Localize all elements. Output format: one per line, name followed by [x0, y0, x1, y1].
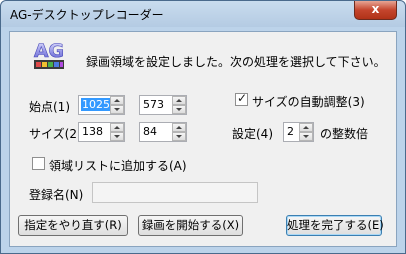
size-height-down-button[interactable] [172, 132, 186, 141]
size-width-stepper[interactable]: 138 [78, 122, 125, 142]
register-name-input[interactable] [92, 182, 258, 203]
dialog-body: AG 録画領域を設定しました。次の処理を選択して下さい。 始点(1) 1025 … [9, 31, 397, 247]
arrow-down-icon [303, 135, 309, 138]
check-icon: ✓ [237, 91, 248, 105]
setting-up-button[interactable] [299, 123, 313, 132]
auto-adjust-checkbox[interactable]: ✓ [235, 91, 248, 106]
auto-adjust-label: サイズの自動調整(3) [252, 95, 365, 109]
ag-app-icon: AG [34, 40, 64, 69]
size-width-value[interactable]: 138 [82, 125, 103, 138]
setting-label: 設定(4) [232, 127, 273, 141]
status-message: 録画領域を設定しました。次の処理を選択して下さい。 [86, 55, 386, 69]
redo-button[interactable]: 指定をやり直す(R) [18, 215, 128, 236]
setting-value[interactable]: 2 [287, 125, 294, 138]
size-height-value[interactable]: 84 [143, 125, 157, 138]
setting-suffix: の整数倍 [320, 127, 369, 141]
start-x-down-button[interactable] [110, 105, 124, 114]
dialog-window: AG-デスクトップレコーダー x AG 録画領域を設定しました。次の処理を選択し… [0, 0, 406, 254]
size-width-down-button[interactable] [110, 132, 124, 141]
close-icon: x [371, 2, 380, 16]
arrow-down-icon [176, 108, 182, 111]
start-x-up-button[interactable] [110, 96, 124, 105]
arrow-down-icon [114, 135, 120, 138]
arrow-up-icon [176, 126, 182, 129]
start-y-value[interactable]: 573 [143, 98, 164, 111]
finish-button[interactable]: 処理を完了する(E) [286, 215, 384, 236]
setting-stepper[interactable]: 2 [283, 122, 314, 142]
start-y-up-button[interactable] [172, 96, 186, 105]
arrow-down-icon [114, 108, 120, 111]
start-y-stepper[interactable]: 573 [139, 95, 187, 115]
size-label: サイズ(2) [29, 127, 82, 141]
register-name-label: 登録名(N) [29, 188, 84, 202]
arrow-down-icon [176, 135, 182, 138]
size-height-up-button[interactable] [172, 123, 186, 132]
ag-icon-text: AG [34, 40, 64, 62]
close-button[interactable]: x [354, 1, 397, 20]
window-title: AG-デスクトップレコーダー [10, 8, 164, 22]
start-x-stepper[interactable]: 1025 [78, 95, 125, 115]
setting-down-button[interactable] [299, 132, 313, 141]
arrow-up-icon [303, 126, 309, 129]
size-height-stepper[interactable]: 84 [139, 122, 187, 142]
title-bar[interactable]: AG-デスクトップレコーダー x [1, 1, 405, 27]
add-to-list-checkbox[interactable] [32, 157, 45, 170]
start-point-label: 始点(1) [29, 100, 70, 114]
start-x-value[interactable]: 1025 [81, 98, 111, 111]
add-to-list-label: 領域リストに追加する(A) [49, 159, 187, 173]
size-width-up-button[interactable] [110, 123, 124, 132]
arrow-up-icon [114, 99, 120, 102]
arrow-up-icon [114, 126, 120, 129]
arrow-up-icon [176, 99, 182, 102]
start-recording-button[interactable]: 録画を開始する(X) [138, 215, 243, 236]
start-y-down-button[interactable] [172, 105, 186, 114]
